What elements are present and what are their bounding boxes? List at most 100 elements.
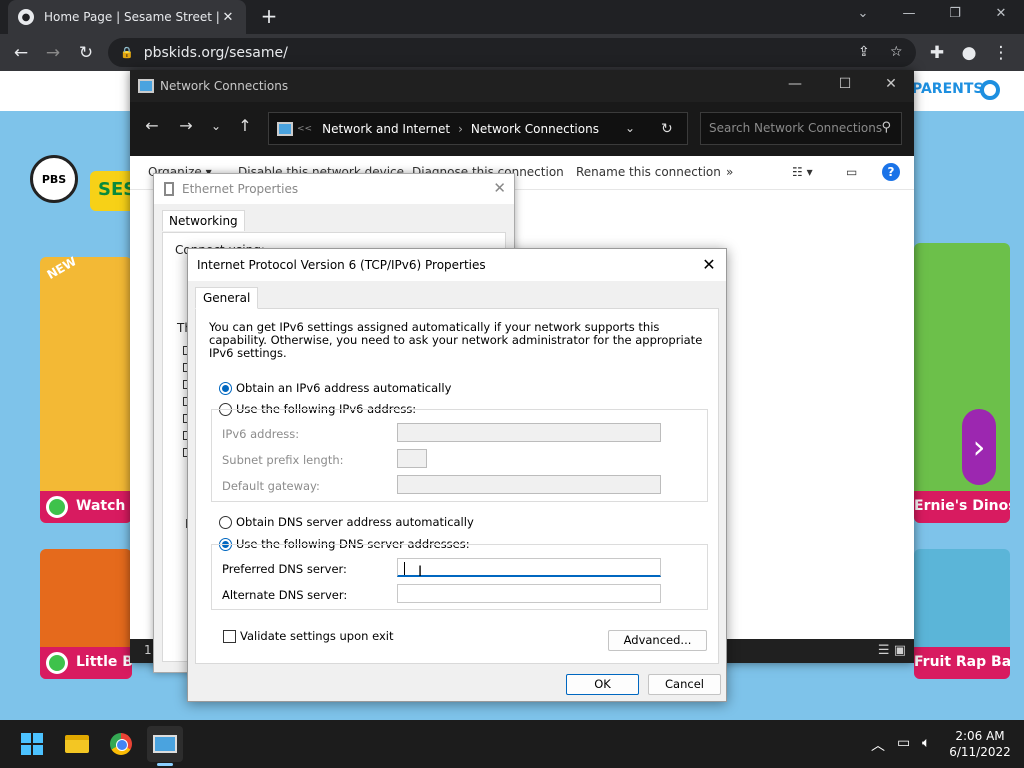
network-folder-icon [138, 79, 154, 93]
video-card[interactable]: Watch F [40, 257, 132, 523]
video-card[interactable]: Little Bu [40, 549, 132, 679]
explorer-address-bar[interactable]: << Network and Internet › Network Connec… [268, 112, 688, 145]
recent-locations-icon[interactable]: ⌄ [206, 119, 226, 133]
breadcrumb-prefix: << [297, 123, 313, 134]
close-tab-icon[interactable]: ✕ [220, 10, 236, 25]
show-hidden-icons-chevron-icon[interactable]: ︿ [871, 735, 885, 755]
browser-toolbar: ← → ↻ 🔒 pbskids.org/sesame/ ⇪ ☆ ✚ ● ⋮ [0, 34, 1024, 71]
maximize-button[interactable]: ☐ [830, 76, 860, 96]
window-titlebar: Ethernet Properties [154, 174, 514, 204]
carousel-next-button[interactable]: › [962, 409, 996, 485]
card-label: Watch F [40, 491, 132, 523]
restore-button[interactable]: ❐ [940, 6, 970, 26]
refresh-icon[interactable]: ↻ [661, 121, 673, 137]
ibeam-cursor-icon: I [418, 564, 423, 580]
ok-button[interactable]: OK [566, 674, 639, 695]
chrome-menu-icon[interactable]: ⋮ [990, 42, 1012, 64]
radio-selected-icon [219, 381, 232, 395]
ipv6-address-label: IPv6 address: [222, 427, 300, 441]
game-card[interactable]: Fruit Rap Battle [914, 549, 1010, 679]
settings-gear-icon[interactable] [980, 80, 1000, 100]
browser-tab-title: Home Page | Sesame Street | PBS [44, 10, 220, 24]
alternate-dns-field[interactable] [397, 584, 661, 603]
subnet-prefix-field [397, 449, 427, 468]
advanced-button[interactable]: Advanced... [608, 630, 707, 651]
view-toggle-icon[interactable]: ☰ ▣ [878, 643, 906, 658]
pbs-kids-logo[interactable]: PBS [30, 155, 78, 203]
more-commands-button[interactable]: » [726, 165, 733, 179]
validate-settings-checkbox[interactable]: Validate settings upon exit [223, 629, 393, 643]
default-gateway-label: Default gateway: [222, 479, 320, 493]
preview-pane-icon[interactable]: ▭ [846, 165, 857, 179]
card-label-text: Little Bu [76, 654, 132, 670]
browser-tab-strip: ● Home Page | Sesame Street | PBS ✕ + ⌄ … [0, 0, 1024, 34]
share-icon[interactable]: ⇪ [858, 44, 870, 60]
game-card[interactable]: Ernie's Dinosa [914, 243, 1010, 523]
preferred-dns-label: Preferred DNS server: [222, 562, 347, 576]
ethernet-adapter-icon [164, 182, 174, 196]
extensions-icon[interactable]: ✚ [926, 42, 948, 64]
volume-icon[interactable]: 🔈︎ [922, 735, 930, 751]
search-placeholder: Search Network Connections [709, 121, 883, 135]
file-explorer-taskbar-button[interactable] [59, 726, 95, 762]
obtain-ipv6-auto-radio[interactable]: Obtain an IPv6 address automatically [219, 381, 451, 395]
chrome-taskbar-button[interactable] [103, 726, 139, 762]
change-view-icon[interactable]: ☷ ▾ [792, 165, 813, 179]
browser-tab[interactable]: ● Home Page | Sesame Street | PBS ✕ [8, 0, 246, 34]
profile-avatar[interactable]: ● [958, 42, 980, 64]
new-tab-button[interactable]: + [258, 6, 280, 28]
network-connections-icon [153, 735, 177, 753]
forward-button[interactable]: → [42, 42, 64, 64]
help-icon[interactable]: ? [882, 163, 900, 181]
breadcrumb-network-internet[interactable]: Network and Internet [322, 122, 450, 136]
minimize-button[interactable]: — [894, 6, 924, 26]
card-label: Ernie's Dinosa [914, 491, 1010, 523]
reload-button[interactable]: ↻ [75, 42, 97, 64]
rename-button[interactable]: Rename this connection [576, 165, 721, 179]
start-button[interactable] [14, 726, 50, 762]
card-label-text: Fruit Rap Battle [914, 654, 1010, 670]
obtain-dns-auto-radio[interactable]: Obtain DNS server address automatically [219, 515, 474, 529]
close-dialog-button[interactable]: ✕ [698, 254, 720, 276]
play-icon [46, 652, 68, 674]
back-button[interactable]: ← [10, 42, 32, 64]
card-label-text: Ernie's Dinosa [914, 498, 1010, 514]
minimize-button[interactable]: — [780, 76, 810, 96]
radio-label: Obtain DNS server address automatically [236, 515, 474, 529]
tab-search-icon[interactable]: ⌄ [848, 6, 878, 26]
tab-general[interactable]: General [195, 287, 259, 309]
card-label: Little Bu [40, 647, 132, 679]
address-bar[interactable]: 🔒 pbskids.org/sesame/ ⇪ ☆ [108, 38, 916, 67]
address-dropdown-icon[interactable]: ⌄ [625, 121, 635, 135]
card-label: Fruit Rap Battle [914, 647, 1010, 679]
text-caret [404, 562, 405, 575]
alternate-dns-label: Alternate DNS server: [222, 588, 348, 602]
radio-label: Obtain an IPv6 address automatically [236, 381, 452, 395]
breadcrumb-chevron-icon: › [458, 121, 463, 136]
search-input[interactable]: Search Network Connections ⚲ [700, 112, 902, 145]
breadcrumb-network-connections[interactable]: Network Connections [471, 122, 599, 136]
subnet-prefix-label: Subnet prefix length: [222, 453, 344, 467]
cancel-button[interactable]: Cancel [648, 674, 721, 695]
dialog-titlebar: Internet Protocol Version 6 (TCP/IPv6) P… [188, 249, 726, 281]
close-window-button[interactable]: ✕ [986, 6, 1016, 26]
checkbox-label: Validate settings upon exit [240, 629, 394, 643]
intro-text: You can get IPv6 settings assigned autom… [209, 320, 703, 360]
control-panel-icon [277, 121, 293, 136]
windows-logo-icon [21, 733, 43, 755]
network-status-icon[interactable]: ▭ [897, 735, 910, 751]
back-arrow-icon[interactable]: ← [142, 116, 162, 135]
close-window-button[interactable]: ✕ [876, 76, 906, 96]
forward-arrow-icon[interactable]: → [176, 116, 196, 135]
tab-networking[interactable]: Networking [162, 210, 245, 231]
network-connections-taskbar-button[interactable] [147, 726, 183, 762]
up-arrow-icon[interactable]: ↑ [235, 116, 255, 135]
preferred-dns-field[interactable]: I [397, 558, 661, 580]
system-clock[interactable]: 2:06 AM 6/11/2022 [944, 728, 1016, 760]
clock-date: 6/11/2022 [949, 745, 1011, 759]
folder-icon [65, 735, 89, 753]
play-icon [46, 496, 68, 518]
close-window-button[interactable]: ✕ [493, 179, 506, 197]
bookmark-star-icon[interactable]: ☆ [890, 44, 903, 60]
parents-link[interactable]: PARENTS [912, 81, 984, 97]
